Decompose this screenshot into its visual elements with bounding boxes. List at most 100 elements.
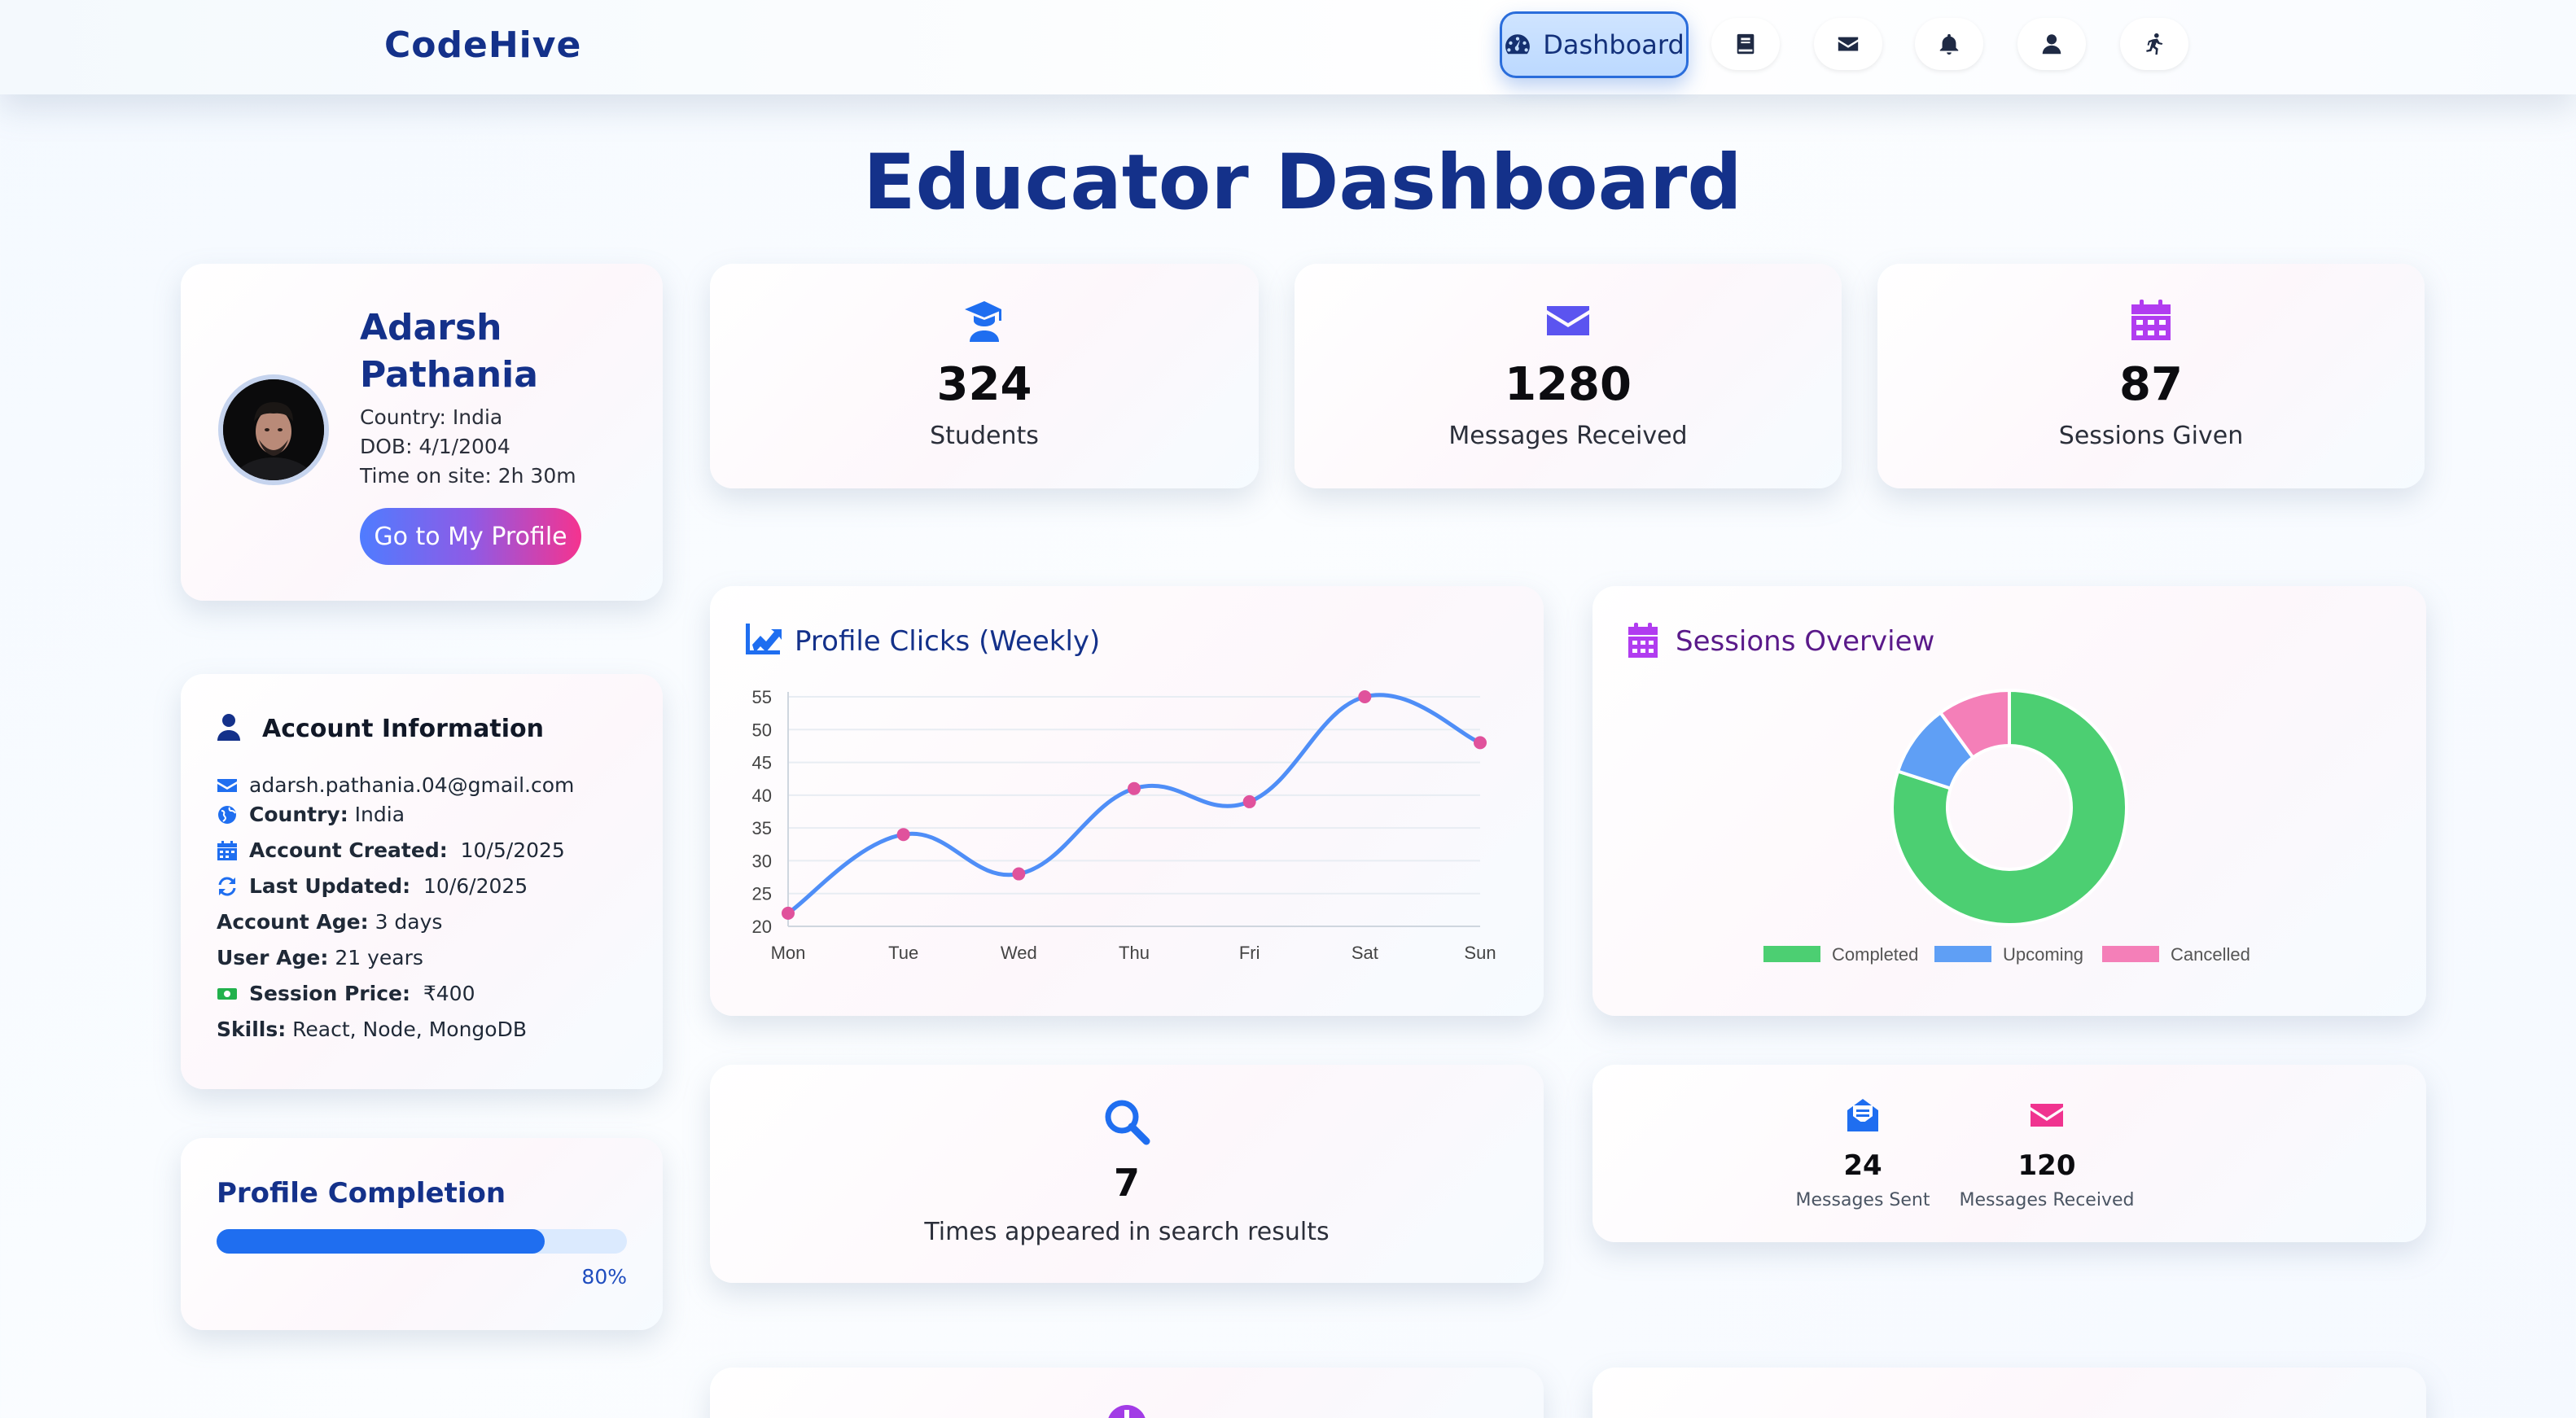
account-updated-label: Last Updated: [249,874,411,898]
nav-courses-button[interactable] [1711,18,1780,70]
x-tick-label: Thu [1119,943,1150,963]
data-point [1012,867,1026,881]
account-country-value: India [354,803,405,826]
nav-dashboard-label: Dashboard [1543,29,1684,60]
profile-card: Adarsh Pathania Country: India DOB: 4/1/… [181,264,663,601]
data-point [1358,690,1372,703]
info-icon [1108,1405,1146,1418]
nav-dashboard-button[interactable]: Dashboard [1500,11,1689,78]
messages-sent-stat: 24 Messages Sent [1773,1097,1952,1210]
money-icon [217,987,237,1000]
session-price-label: Session Price: [249,982,410,1005]
stat-card-students: 324 Students [710,264,1259,488]
session-price-row: Session Price: ₹400 [217,982,475,1005]
account-created-row: Account Created: 10/5/2025 [217,838,565,862]
profile-completion-card: Profile Completion 80% [181,1138,663,1330]
user-icon [2042,34,2061,55]
avatar[interactable] [218,374,329,485]
stat-card-messages: 1280 Messages Received [1295,264,1842,488]
y-tick-label: 50 [752,720,772,740]
user-age-label: User Age: [217,946,329,969]
skills-label: Skills: [217,1018,287,1041]
profile-completion-percent: 80% [581,1265,627,1289]
nav-profile-button[interactable] [2017,18,2086,70]
series-line [786,693,1481,915]
search-appearances-card: 7 Times appeared in search results [710,1065,1544,1283]
legend-swatch [2102,946,2159,962]
data-point [782,906,795,920]
globe-icon [218,805,236,824]
messages-sent-label: Messages Sent [1795,1190,1930,1210]
y-tick-label: 20 [752,917,772,937]
legend-label: Cancelled [2171,944,2250,965]
messages-sent-count: 24 [1843,1149,1882,1182]
skills-value: React, Node, MongoDB [292,1018,527,1041]
data-point [1242,794,1256,808]
account-info-title: Account Information [262,715,544,743]
calendar-icon [217,840,237,860]
messages-received-stat: 120 Messages Received [1957,1097,2136,1210]
account-age-row: Account Age: 3 days [217,910,442,934]
nav-messages-button[interactable] [1814,18,1882,70]
sessions-given-count: 87 [2119,358,2183,411]
legend-label: Completed [1832,944,1918,965]
x-tick-label: Mon [771,943,806,963]
sessions-overview-card: Sessions Overview Completed Upcoming Cance… [1592,586,2426,1016]
brand-logo[interactable]: CodeHive [384,24,581,66]
graduate-icon [965,301,1001,342]
y-tick-label: 30 [752,851,772,871]
bell-icon [1939,33,1959,55]
account-updated-value: 10/6/2025 [423,874,528,898]
account-created-label: Account Created: [249,838,448,862]
account-email-row: adarsh.pathania.04@gmail.com [217,773,574,797]
search-appearances-label: Times appeared in search results [924,1218,1330,1246]
y-tick-label: 45 [752,753,772,773]
messages-received-count: 1280 [1505,358,1632,411]
y-tick-label: 35 [752,818,772,838]
nav-notifications-button[interactable] [1915,18,1983,70]
messages-received-count-small: 120 [2017,1149,2076,1182]
x-tick-label: Sat [1352,943,1378,963]
y-tick-label: 25 [752,884,772,904]
students-count: 324 [936,358,1032,411]
partial-card-right [1592,1368,2426,1418]
envelope-icon [1547,306,1589,335]
account-age-value: 3 days [375,910,443,934]
data-point [1128,781,1141,795]
profile-name: Adarsh Pathania [360,307,538,396]
x-tick-label: Tue [888,943,918,963]
profile-clicks-card: Profile Clicks (Weekly) 20 25 30 35 40 45 50 55… [710,586,1544,1016]
envelope-icon [1838,37,1859,51]
messages-received-label-small: Messages Received [1959,1190,2135,1210]
envelope-icon [217,778,237,792]
y-tick-label: 55 [752,687,772,707]
page-title: Educator Dashboard [863,138,1742,227]
x-tick-label: Wed [1001,943,1037,963]
account-created-value: 10/5/2025 [460,838,565,862]
account-country-row: Country: India [217,803,405,826]
legend-swatch [1763,946,1820,962]
account-info-card: Account Information adarsh.pathania.04@g… [181,674,663,1089]
profile-completion-fill [217,1229,545,1254]
profile-completion-track [217,1229,627,1254]
account-email: adarsh.pathania.04@gmail.com [249,773,575,797]
account-age-label: Account Age: [217,910,369,934]
stat-card-sessions: 87 Sessions Given [1877,264,2425,488]
messages-summary-card: 24 Messages Sent 120 Messages Received [1592,1065,2426,1242]
dashboard-icon [1505,34,1531,55]
account-updated-row: Last Updated: 10/6/2025 [217,874,528,898]
y-tick-label: 40 [752,786,772,806]
session-price-value: ₹400 [423,982,475,1005]
data-point [1474,736,1487,750]
refresh-icon [218,877,236,895]
profile-time-on-site: Time on site: 2h 30m [360,464,576,488]
x-tick-label: Fri [1239,943,1260,963]
go-to-profile-button[interactable]: Go to My Profile [360,508,581,565]
profile-clicks-chart: 20 25 30 35 40 45 50 55 Mon Tue Wed Thu Fri Sat Sun [752,687,1496,963]
students-label: Students [930,422,1039,450]
nav-logout-button[interactable] [2120,18,2188,70]
avatar-portrait [223,379,324,480]
search-appearances-count: 7 [1113,1161,1140,1205]
user-age-value: 21 years [335,946,423,969]
profile-country: Country: India [360,405,503,429]
